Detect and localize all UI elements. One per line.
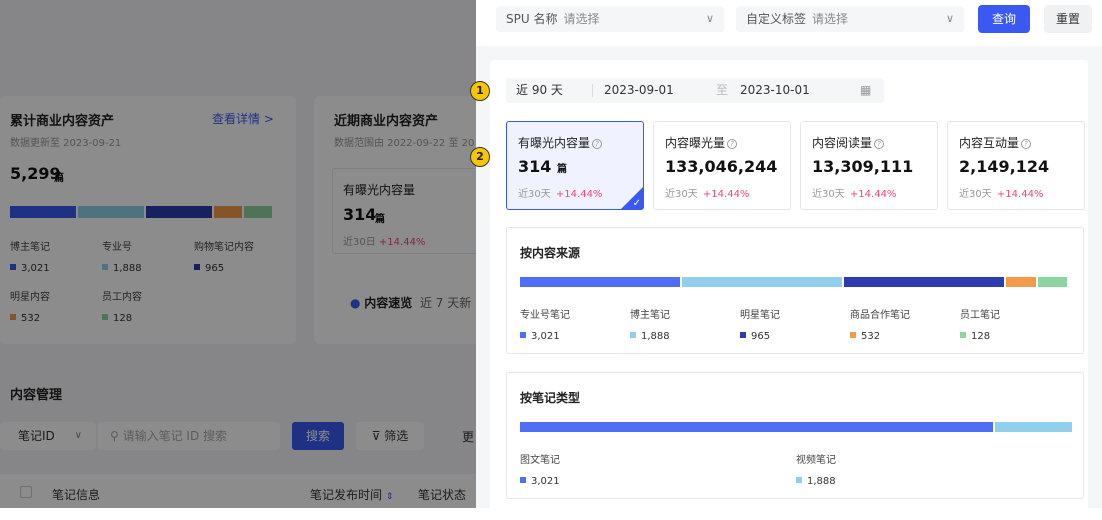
bar-segment [995,422,1072,432]
metric-title: 内容阅读量? [812,134,885,151]
source-legend-item: 商品合作笔记 532 [850,310,910,342]
source-legend-item: 博主笔记 1,888 [630,310,670,342]
custom-tag-select[interactable]: 自定义标签 请选择 ∨ [736,6,964,32]
by-source-bar [520,277,1067,287]
step-marker-1: 1 [470,81,490,101]
spu-name-select[interactable]: SPU 名称 请选择 ∨ [496,6,724,32]
help-icon[interactable]: ? [592,139,603,149]
date-range-picker[interactable]: 近 90 天 ∨ 2023-09-01 至 2023-10-01 ▦ [506,78,884,103]
by-source-card: 按内容来源 专业号笔记 3,021 博主笔记 1,888 明星笔记 965 商品合作笔… [506,227,1084,354]
source-legend-item: 明星笔记 965 [740,310,780,342]
help-icon[interactable]: ? [1021,139,1032,149]
check-icon: ✓ [632,198,641,209]
metric-value: 2,149,124 [959,157,1050,176]
type-legend-item: 视频笔记 1,888 [796,455,836,487]
bar-segment [520,277,680,287]
step-marker-2: 2 [470,147,490,167]
metric-card-reads[interactable]: 内容阅读量? 13,309,111 近30天 +14.44% [800,121,938,210]
source-legend-item: 员工笔记 128 [960,310,1000,342]
calendar-icon[interactable]: ▦ [860,78,871,103]
by-type-title: 按笔记类型 [520,391,581,405]
reset-button[interactable]: 重置 [1044,5,1092,33]
by-type-bar [520,422,1072,432]
bar-segment [682,277,842,287]
metric-change: 近30天 +14.44% [959,189,1044,200]
metric-value: 13,309,111 [812,157,914,176]
type-legend-item: 图文笔记 3,021 [520,455,560,487]
source-legend-item: 专业号笔记 3,021 [520,310,570,342]
bar-segment [1038,277,1067,287]
chevron-down-icon: ∨ [945,12,954,25]
metric-card-exposed-content[interactable]: 有曝光内容量? 314 篇 近30天 +14.44% ✓ [506,121,644,210]
bar-segment [1006,277,1036,287]
modal-overlay[interactable] [0,0,476,508]
metric-change: 近30天 +14.44% [812,189,897,200]
metric-card-interactions[interactable]: 内容互动量? 2,149,124 近30天 +14.44% [947,121,1085,210]
help-icon[interactable]: ? [874,139,885,149]
divider [592,84,593,97]
chevron-down-icon: ∨ [705,12,714,25]
metric-change: 近30天 +14.44% [665,189,750,200]
detail-drawer: SPU 名称 请选择 ∨ 自定义标签 请选择 ∨ 查询 重置 1 2 近 90 天 … [470,0,1102,520]
metric-value: 133,046,244 [665,157,778,176]
by-type-card: 按笔记类型 图文笔记 3,021 视频笔记 1,888 [506,372,1084,499]
metric-value: 314 篇 [518,157,567,176]
metric-title: 内容曝光量? [665,134,738,151]
metric-change: 近30天 +14.44% [518,189,603,200]
metric-title: 内容互动量? [959,134,1032,151]
chevron-down-icon: ∨ [520,85,528,96]
help-icon[interactable]: ? [727,139,738,149]
metric-title: 有曝光内容量? [518,134,603,151]
query-button[interactable]: 查询 [978,5,1030,33]
date-separator: 至 [716,83,729,97]
bar-segment [520,422,993,432]
bar-segment [844,277,1004,287]
by-source-title: 按内容来源 [520,246,581,260]
start-date-input[interactable]: 2023-09-01 [604,78,674,103]
end-date-input[interactable]: 2023-10-01 [740,78,810,103]
metric-card-exposure[interactable]: 内容曝光量? 133,046,244 近30天 +14.44% [653,121,791,210]
drawer-filter-bar: SPU 名称 请选择 ∨ 自定义标签 请选择 ∨ 查询 重置 [476,0,1102,44]
